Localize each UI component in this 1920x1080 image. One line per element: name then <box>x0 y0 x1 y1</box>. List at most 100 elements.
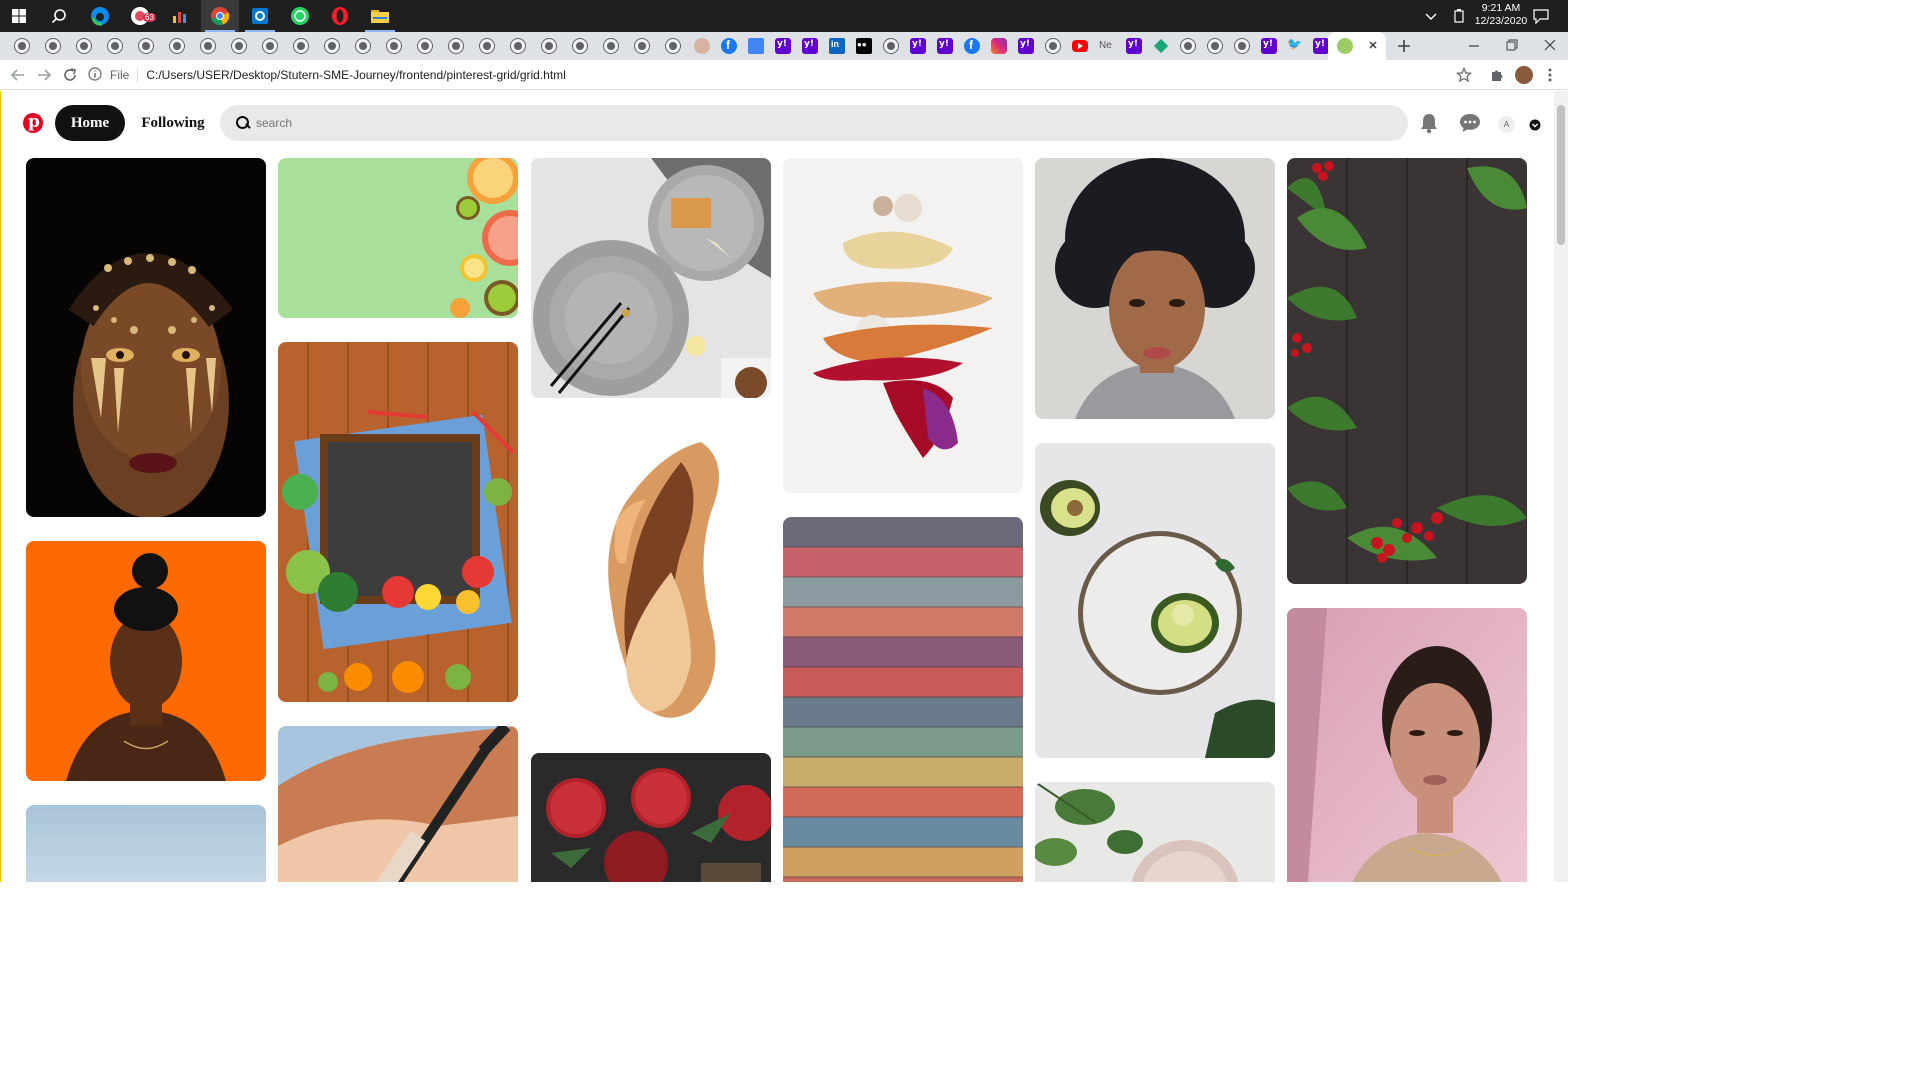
pin-card[interactable] <box>1035 443 1275 758</box>
pin-card[interactable] <box>1035 158 1275 419</box>
tab-favicon-globe-icon[interactable] <box>231 38 247 54</box>
info-icon[interactable] <box>88 67 104 83</box>
tab-favicon-globe-icon[interactable] <box>603 38 619 54</box>
tab-favicon-globe-icon[interactable] <box>1234 38 1250 54</box>
pin-card[interactable] <box>531 753 771 882</box>
battery-icon[interactable] <box>1452 0 1466 32</box>
tab-favicon-globe-icon[interactable] <box>479 38 495 54</box>
account-chevron-down-icon[interactable] <box>1529 118 1541 131</box>
tab-favicon-yahoo-icon[interactable] <box>775 38 791 54</box>
file-explorer-icon[interactable] <box>361 0 399 32</box>
tab-favicon-globe-icon[interactable] <box>355 38 371 54</box>
close-tab-icon[interactable] <box>1366 38 1380 52</box>
tab-favicon-globe-icon[interactable] <box>76 38 92 54</box>
outlook-icon[interactable] <box>241 0 279 32</box>
following-button[interactable]: Following <box>135 105 211 141</box>
pin-card[interactable] <box>278 342 518 702</box>
tab-favicon-globe-icon[interactable] <box>572 38 588 54</box>
extensions-puzzle-icon[interactable] <box>1489 67 1505 83</box>
chrome-icon[interactable] <box>201 0 239 32</box>
tab-favicon-translate-icon[interactable] <box>748 38 764 54</box>
messages-chat-icon[interactable] <box>1459 113 1481 133</box>
new-tab-icon[interactable] <box>1396 38 1412 54</box>
pin-card[interactable] <box>278 726 518 882</box>
tab-favicon-globe-icon[interactable] <box>1207 38 1223 54</box>
pin-card[interactable] <box>26 805 266 882</box>
pinterest-logo-icon[interactable] <box>23 112 43 133</box>
pin-card[interactable] <box>783 158 1023 493</box>
tab-favicon-globe-icon[interactable] <box>1180 38 1196 54</box>
tab-favicon-globe-icon[interactable] <box>541 38 557 54</box>
scrollbar-thumb[interactable] <box>1557 105 1565 245</box>
pin-card[interactable] <box>278 158 518 318</box>
edge-browser-icon[interactable] <box>81 0 119 32</box>
tab-favicon-globe-icon[interactable] <box>138 38 154 54</box>
tray-chevron-icon[interactable] <box>1424 0 1438 32</box>
restore-icon[interactable] <box>1504 37 1520 53</box>
tab-favicon-yahoo-icon[interactable] <box>802 38 818 54</box>
windows-start-icon[interactable] <box>0 0 38 32</box>
tab-favicon-youtube-icon[interactable] <box>1072 40 1088 52</box>
tab-favicon-yahoo-icon[interactable] <box>1261 38 1277 54</box>
tab-favicon-linkedin-icon[interactable] <box>829 38 845 54</box>
tab-favicon-facebook-icon[interactable] <box>964 38 980 54</box>
browser-menu-icon[interactable] <box>1545 67 1555 83</box>
tab-favicon-avatar-icon[interactable] <box>694 38 710 54</box>
tab-favicon-yahoo-icon[interactable] <box>1126 38 1142 54</box>
minimize-icon[interactable] <box>1466 38 1482 54</box>
tab-favicon-globe-icon[interactable] <box>417 38 433 54</box>
tab-favicon-yahoo-icon[interactable] <box>1018 38 1034 54</box>
tab-favicon-medium-icon[interactable] <box>856 38 872 54</box>
chart-app-icon[interactable] <box>161 0 199 32</box>
tab-favicon-yahoo-icon[interactable] <box>1313 38 1329 54</box>
tab-favicon-globe-icon[interactable] <box>169 38 185 54</box>
tab-favicon-globe-icon[interactable] <box>107 38 123 54</box>
tab-favicon-globe-icon[interactable] <box>883 38 899 54</box>
back-arrow-icon[interactable] <box>10 67 26 83</box>
tab-favicon-globe-icon[interactable] <box>45 38 61 54</box>
tab-label-ne[interactable]: Ne <box>1099 40 1117 56</box>
tab-favicon-instagram-icon[interactable] <box>991 38 1007 54</box>
profile-avatar-icon[interactable] <box>1515 66 1533 84</box>
home-button[interactable]: Home <box>55 105 125 141</box>
search-icon[interactable] <box>40 0 78 32</box>
reload-icon[interactable] <box>62 67 78 83</box>
tab-favicon-globe-icon[interactable] <box>634 38 650 54</box>
pin-card[interactable] <box>531 158 771 398</box>
tab-favicon-globe-icon[interactable] <box>510 38 526 54</box>
tab-favicon-globe-icon[interactable] <box>324 38 340 54</box>
whatsapp-icon[interactable] <box>281 0 319 32</box>
pin-card[interactable] <box>531 422 771 722</box>
url-text[interactable]: C:/Users/USER/Desktop/Stutern-SME-Journe… <box>146 68 566 82</box>
tab-favicon-yahoo-icon[interactable] <box>937 38 953 54</box>
active-tab[interactable] <box>1328 32 1386 60</box>
app-badge-icon[interactable]: 63 <box>121 0 159 32</box>
tab-favicon-globe-icon[interactable] <box>448 38 464 54</box>
tab-favicon-globe-icon[interactable] <box>200 38 216 54</box>
page-scrollbar[interactable] <box>1554 91 1568 882</box>
pin-card[interactable] <box>1035 782 1275 882</box>
pin-card[interactable] <box>1287 608 1527 882</box>
tab-favicon-globe-icon[interactable] <box>293 38 309 54</box>
tab-favicon-globe-icon[interactable] <box>14 38 30 54</box>
search-bar[interactable] <box>220 105 1408 141</box>
user-avatar[interactable]: A <box>1498 116 1515 133</box>
omnibox[interactable]: File C:/Users/USER/Desktop/Stutern-SME-J… <box>88 63 1488 87</box>
forward-arrow-icon[interactable] <box>36 67 52 83</box>
pin-card[interactable] <box>1287 158 1527 584</box>
tab-favicon-globe-icon[interactable] <box>262 38 278 54</box>
tab-favicon-globe-icon[interactable] <box>386 38 402 54</box>
notifications-bell-icon[interactable] <box>1419 112 1439 134</box>
system-clock[interactable]: 9:21 AM 12/23/2020 <box>1466 2 1536 28</box>
tab-favicon-twitter-icon[interactable] <box>1287 37 1303 54</box>
close-window-icon[interactable] <box>1542 37 1558 53</box>
tab-favicon-globe-icon[interactable] <box>665 38 681 54</box>
tab-favicon-yahoo-icon[interactable] <box>910 38 926 54</box>
notifications-icon[interactable] <box>1532 0 1550 32</box>
search-input[interactable] <box>256 116 1356 130</box>
pin-card[interactable] <box>26 541 266 781</box>
tab-favicon-facebook-icon[interactable] <box>721 38 737 54</box>
tab-favicon-globe-icon[interactable] <box>1045 38 1061 54</box>
opera-icon[interactable] <box>321 0 359 32</box>
pin-card[interactable] <box>783 517 1023 882</box>
